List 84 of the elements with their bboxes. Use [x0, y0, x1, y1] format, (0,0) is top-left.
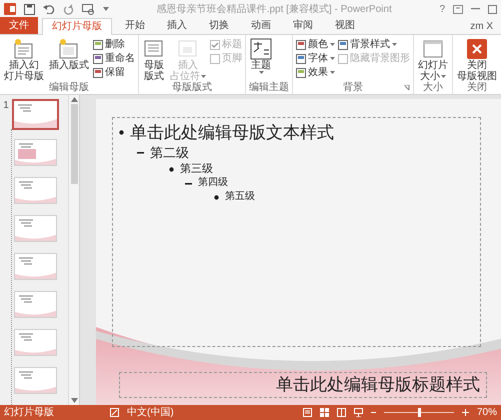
body-text: 第四级 [198, 177, 228, 190]
ribbon-tab[interactable]: 审阅 [284, 18, 322, 34]
normal-view-icon[interactable] [302, 408, 312, 417]
ribbon-tab[interactable]: 动画 [242, 18, 280, 34]
account-name[interactable]: zm X [462, 18, 501, 34]
title-text: 单击此处编辑母版标题样式 [276, 374, 480, 396]
ribbon-tab[interactable]: 开始 [116, 18, 154, 34]
ribbon-options-icon[interactable] [453, 4, 463, 14]
language-text[interactable]: 中文(中国) [127, 408, 174, 418]
slide-number: 1 [2, 101, 10, 111]
slide-thumbnail[interactable] [12, 99, 59, 130]
group-label: 编辑母版 [49, 83, 89, 93]
caret-icon[interactable] [392, 43, 397, 46]
slide-sorter-icon[interactable] [320, 408, 329, 417]
reading-view-icon[interactable] [336, 408, 346, 417]
group-label: 关闭 [467, 83, 487, 93]
caret-icon[interactable] [330, 57, 335, 60]
dialog-launcher-icon[interactable] [404, 85, 410, 91]
ribbon-button[interactable]: 插入幻 灯片母版 [3, 38, 45, 82]
theme-icon [250, 38, 272, 60]
ribbon-button[interactable]: 重命名 [93, 52, 135, 65]
scroll-up-icon[interactable] [70, 97, 78, 102]
app-icon[interactable] [4, 3, 16, 15]
bullet-icon [214, 194, 219, 200]
body-text: 第三级 [180, 162, 213, 176]
ribbon-button[interactable]: 主题 [249, 38, 273, 82]
ribbon-button[interactable]: 保留 [93, 66, 135, 79]
dash-icon [185, 182, 192, 184]
body-text: 第二级 [150, 145, 189, 162]
command-icon [296, 40, 306, 50]
ribbon-tab[interactable]: 幻灯片母版 [42, 18, 112, 35]
command-icon [338, 40, 348, 50]
proofing-icon[interactable] [110, 408, 119, 417]
undo-icon[interactable] [43, 4, 55, 14]
ribbon-button[interactable]: 母版 版式 [142, 38, 166, 82]
slideshow-icon[interactable] [82, 4, 95, 14]
window-title: 感恩母亲节班会精品课件.ppt [兼容模式] - PowerPoint [156, 2, 393, 16]
group-label: 母版版式 [172, 83, 212, 93]
save-icon[interactable] [24, 4, 35, 14]
layout-icon [58, 38, 80, 60]
scroll-down-icon[interactable] [70, 398, 78, 403]
body-text: 第五级 [225, 190, 255, 204]
command-icon [296, 68, 306, 78]
ribbon-button[interactable]: 效果 [296, 66, 335, 79]
command-icon [296, 54, 306, 64]
minimize-icon[interactable] [471, 8, 480, 10]
slide-master-icon [13, 38, 35, 60]
caret-icon[interactable] [330, 43, 335, 46]
scrollbar-thumb[interactable] [70, 104, 78, 184]
ribbon-button[interactable]: 颜色 [296, 38, 335, 51]
dash-icon [137, 152, 144, 154]
command-icon [93, 68, 103, 78]
zoom-percent[interactable]: 70% [476, 408, 497, 418]
ribbon-tab[interactable]: 插入 [158, 18, 196, 34]
slider-thumb[interactable] [418, 408, 421, 417]
close-icon [466, 38, 488, 60]
ribbon-button[interactable]: 删除 [93, 38, 135, 51]
caret-icon[interactable] [103, 7, 109, 11]
ribbon-button[interactable]: 关闭 母版视图 [456, 38, 498, 82]
slide-size-icon [422, 38, 444, 60]
command-icon [93, 40, 103, 50]
caret-icon[interactable] [330, 71, 335, 74]
ribbon-button[interactable]: 背景样式 [338, 38, 410, 51]
bullet-icon [119, 130, 124, 136]
caret-icon[interactable] [258, 71, 264, 74]
maximize-icon[interactable] [488, 4, 497, 14]
ribbon-tab[interactable]: 切换 [200, 18, 238, 34]
ribbon-tab[interactable]: 文件 [0, 17, 38, 34]
ribbon-button[interactable]: 字体 [296, 52, 335, 65]
help-text[interactable]: ? [439, 2, 445, 16]
view-name: 幻灯片母版 [4, 408, 54, 418]
command-icon [93, 54, 103, 64]
redo-icon[interactable] [63, 4, 74, 14]
bullet-icon [169, 166, 174, 172]
group-label: 大小 [423, 83, 443, 93]
zoom-in-icon[interactable] [462, 409, 469, 416]
ribbon-button[interactable]: 幻灯片 大小 [417, 38, 449, 82]
ribbon-button[interactable]: 插入版式 [48, 38, 90, 82]
slideshow-icon[interactable] [354, 408, 363, 417]
ribbon-tab[interactable]: 视图 [326, 18, 364, 34]
body-text: 单击此处编辑母版文本样式 [130, 122, 334, 144]
group-label: 编辑主题 [249, 83, 289, 93]
group-label: 背景 [343, 83, 363, 93]
caret-icon[interactable] [441, 75, 446, 78]
